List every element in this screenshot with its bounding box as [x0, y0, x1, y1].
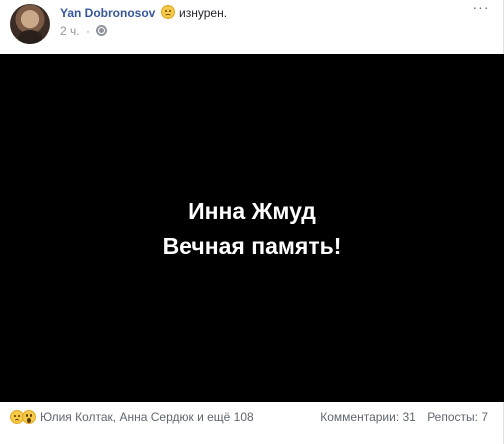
post-footer: Юлия Колтак, Анна Сердюк и ещё 108 Комме… [10, 410, 494, 428]
post-image[interactable]: Инна Жмуд Вечная память! [0, 54, 504, 402]
image-text: Инна Жмуд Вечная память! [0, 194, 504, 264]
post-meta: 2 ч. · [60, 24, 108, 38]
wow-reaction-icon [22, 410, 36, 424]
globe-icon[interactable] [96, 25, 108, 36]
avatar[interactable] [10, 4, 50, 44]
more-icon[interactable]: ··· [470, 0, 492, 16]
post-time[interactable]: 2 ч. [60, 24, 80, 38]
author-line: Yan Dobronosov изнурен. [60, 5, 227, 21]
reaction-names[interactable]: Юлия Колтак, Анна Сердюк и ещё 108 [40, 410, 254, 424]
shares-count[interactable]: Репосты: 7 [427, 410, 488, 424]
feeling-text[interactable]: изнурен. [179, 6, 227, 20]
image-text-line2: Вечная память! [162, 233, 342, 259]
facebook-post: Yan Dobronosov изнурен. 2 ч. · ··· Инна … [0, 0, 504, 444]
feeling-emoji-icon [160, 5, 175, 19]
meta-separator: · [85, 24, 90, 38]
reactions-summary[interactable]: Юлия Колтак, Анна Сердюк и ещё 108 [10, 410, 254, 424]
author-name[interactable]: Yan Dobronosov [60, 6, 155, 20]
image-text-line1: Инна Жмуд [188, 198, 316, 224]
post-header: Yan Dobronosov изнурен. 2 ч. · ··· [10, 0, 494, 50]
comments-count[interactable]: Комментарии: 31 [320, 410, 416, 424]
engagement-counts: Комментарии: 31 Репосты: 7 [320, 410, 488, 424]
